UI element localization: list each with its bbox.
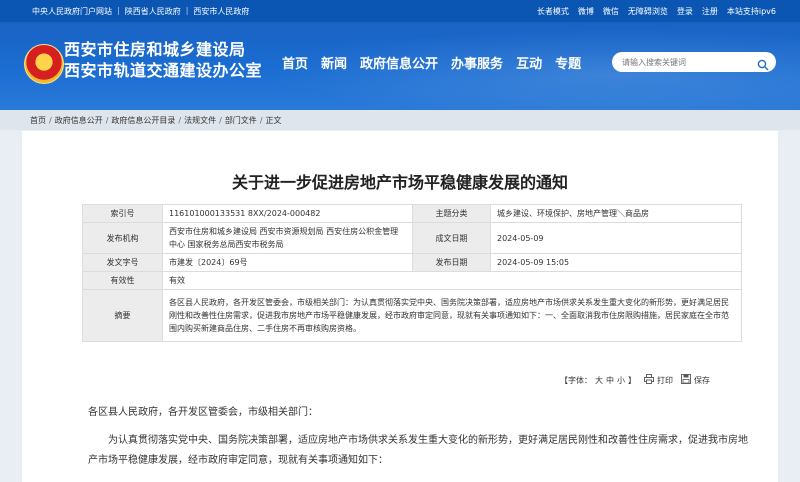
main-nav: 首页 新闻 政府信息公开 办事服务 互动 专题 — [282, 53, 581, 72]
save-icon — [681, 374, 691, 386]
top-right-links: 长者模式 微博 微信 无障碍浏览 登录 注册 本站支持ipv6 — [537, 6, 776, 17]
breadcrumb-current: 正文 — [265, 116, 282, 125]
abstract-label: 摘要 — [82, 289, 163, 342]
pubdate-label: 发布日期 — [412, 253, 491, 272]
printer-icon — [644, 374, 654, 386]
breadcrumb-separator: / — [259, 116, 263, 125]
print-label: 打印 — [657, 375, 673, 385]
save-label: 保存 — [694, 375, 710, 385]
issuer-value: 西安市住房和城乡建设局 西安市资源规划局 西安住房公积金管理中心 国家税务总局西… — [162, 222, 413, 254]
site-name-line1: 西安市住房和城乡建设局 — [64, 40, 246, 59]
font-size-end: 】 — [628, 375, 636, 385]
breadcrumb-separator: / — [105, 116, 109, 125]
breadcrumb-separator: / — [178, 116, 182, 125]
article-paragraph: 各区县人民政府，各开发区管委会，市级相关部门： — [88, 407, 318, 418]
top-utility-bar: 中央人民政府门户网站 | 陕西省人民政府 | 西安市人民政府 长者模式 微博 微… — [0, 0, 800, 22]
national-emblem-icon — [24, 44, 64, 84]
breadcrumb-gov-info[interactable]: 政府信息公开 — [55, 115, 103, 126]
breadcrumb-separator: / — [219, 116, 222, 125]
article-body: 各区县人民政府，各开发区管委会，市级相关部门： 为认真贯彻落实党中央、国务院决策… — [88, 403, 748, 479]
topic-label: 主题分类 — [412, 204, 491, 223]
breadcrumb-catalog[interactable]: 政府信息公开目录 — [111, 115, 175, 126]
validity-label: 有效性 — [82, 271, 163, 290]
table-row: 发布机构 西安市住房和城乡建设局 西安市资源规划局 西安住房公积金管理中心 国家… — [82, 222, 742, 254]
link-weibo[interactable]: 微博 — [578, 6, 594, 17]
link-shaanxi-gov[interactable]: 陕西省人民政府 — [125, 6, 181, 17]
nav-interaction[interactable]: 互动 — [516, 53, 542, 72]
nav-news[interactable]: 新闻 — [321, 53, 347, 72]
site-name-line2: 西安市轨道交通建设办公室 — [64, 61, 263, 80]
divider: | — [185, 6, 189, 15]
table-row: 摘要 各区县人民政府，各开发区管委会，市级相关部门：为认真贯彻落实党中央、国务院… — [82, 289, 742, 342]
link-login[interactable]: 登录 — [677, 6, 693, 17]
nav-gov-info[interactable]: 政府信息公开 — [360, 53, 438, 72]
breadcrumb-home[interactable]: 首页 — [30, 115, 46, 126]
docno-label: 发文字号 — [82, 253, 163, 272]
link-elder-mode[interactable]: 长者模式 — [537, 6, 569, 17]
table-row: 索引号 116101000133531 8XX/2024-000482 主题分类… — [82, 204, 742, 223]
nav-services[interactable]: 办事服务 — [451, 53, 503, 72]
index-label: 索引号 — [82, 204, 163, 223]
date-label: 成文日期 — [412, 222, 491, 254]
top-left-links: 中央人民政府门户网站 | 陕西省人民政府 | 西安市人民政府 — [32, 6, 249, 17]
date-value: 2024-05-09 — [490, 222, 742, 254]
breadcrumb: 首页 / 政府信息公开 / 政府信息公开目录 / 法规文件 / 部门文件 / 正… — [0, 110, 800, 130]
table-row: 发文字号 市建发〔2024〕69号 发布日期 2024-05-09 15:05 — [82, 253, 742, 272]
breadcrumb-regulations[interactable]: 法规文件 — [184, 115, 216, 126]
divider: | — [117, 6, 120, 15]
nav-topics[interactable]: 专题 — [555, 53, 581, 72]
link-accessibility[interactable]: 无障碍浏览 — [628, 6, 668, 17]
font-size-label: 【字体： — [560, 375, 592, 385]
topic-value: 城乡建设、环境保护、房地产管理＼商品房 — [490, 204, 742, 223]
ipv6-note: 本站支持ipv6 — [726, 7, 776, 16]
table-row: 有效性 有效 — [82, 271, 742, 290]
article-tools: 【字体： 大 中 小 】 打印 保存 — [560, 374, 710, 386]
site-header: 西安市住房和城乡建设局 西安市轨道交通建设办公室 首页 新闻 政府信息公开 办事… — [0, 22, 800, 110]
font-large-button[interactable]: 大 — [595, 375, 603, 386]
font-medium-button[interactable]: 中 — [606, 375, 614, 386]
font-size-selector: 【字体： 大 中 小 】 — [560, 375, 636, 386]
link-register[interactable]: 注册 — [702, 6, 718, 17]
page-title: 关于进一步促进房地产市场平稳健康发展的通知 — [231, 173, 568, 192]
breadcrumb-separator: / — [49, 116, 52, 125]
metadata-table: 索引号 116101000133531 8XX/2024-000482 主题分类… — [82, 204, 742, 342]
abstract-value: 各区县人民政府，各开发区管委会，市级相关部门：为认真贯彻落实党中央、国务院决策部… — [162, 289, 742, 342]
index-value: 116101000133531 8XX/2024-000482 — [162, 204, 413, 223]
validity-value: 有效 — [162, 271, 742, 290]
print-button[interactable]: 打印 — [644, 374, 673, 386]
search-icon[interactable] — [757, 56, 769, 71]
link-wechat[interactable]: 微信 — [603, 6, 619, 17]
breadcrumb-dept-docs[interactable]: 部门文件 — [225, 115, 257, 126]
nav-home[interactable]: 首页 — [282, 53, 308, 72]
search-box — [612, 52, 776, 72]
pubdate-value: 2024-05-09 15:05 — [490, 253, 742, 272]
save-button[interactable]: 保存 — [681, 374, 710, 386]
docno-value: 市建发〔2024〕69号 — [162, 253, 413, 272]
search-input[interactable] — [622, 55, 742, 69]
article-paragraph: 为认真贯彻落实党中央、国务院决策部署，适应房地产市场供求关系发生重大变化的新形势… — [88, 435, 748, 466]
site-name[interactable]: 西安市住房和城乡建设局 西安市轨道交通建设办公室 — [64, 39, 262, 81]
article-card: 关于进一步促进房地产市场平稳健康发展的通知 索引号 11610100013353… — [22, 131, 778, 482]
font-small-button[interactable]: 小 — [617, 375, 625, 386]
link-central-gov[interactable]: 中央人民政府门户网站 — [32, 6, 112, 17]
issuer-label: 发布机构 — [82, 222, 163, 254]
link-xian-gov[interactable]: 西安市人民政府 — [193, 6, 249, 17]
